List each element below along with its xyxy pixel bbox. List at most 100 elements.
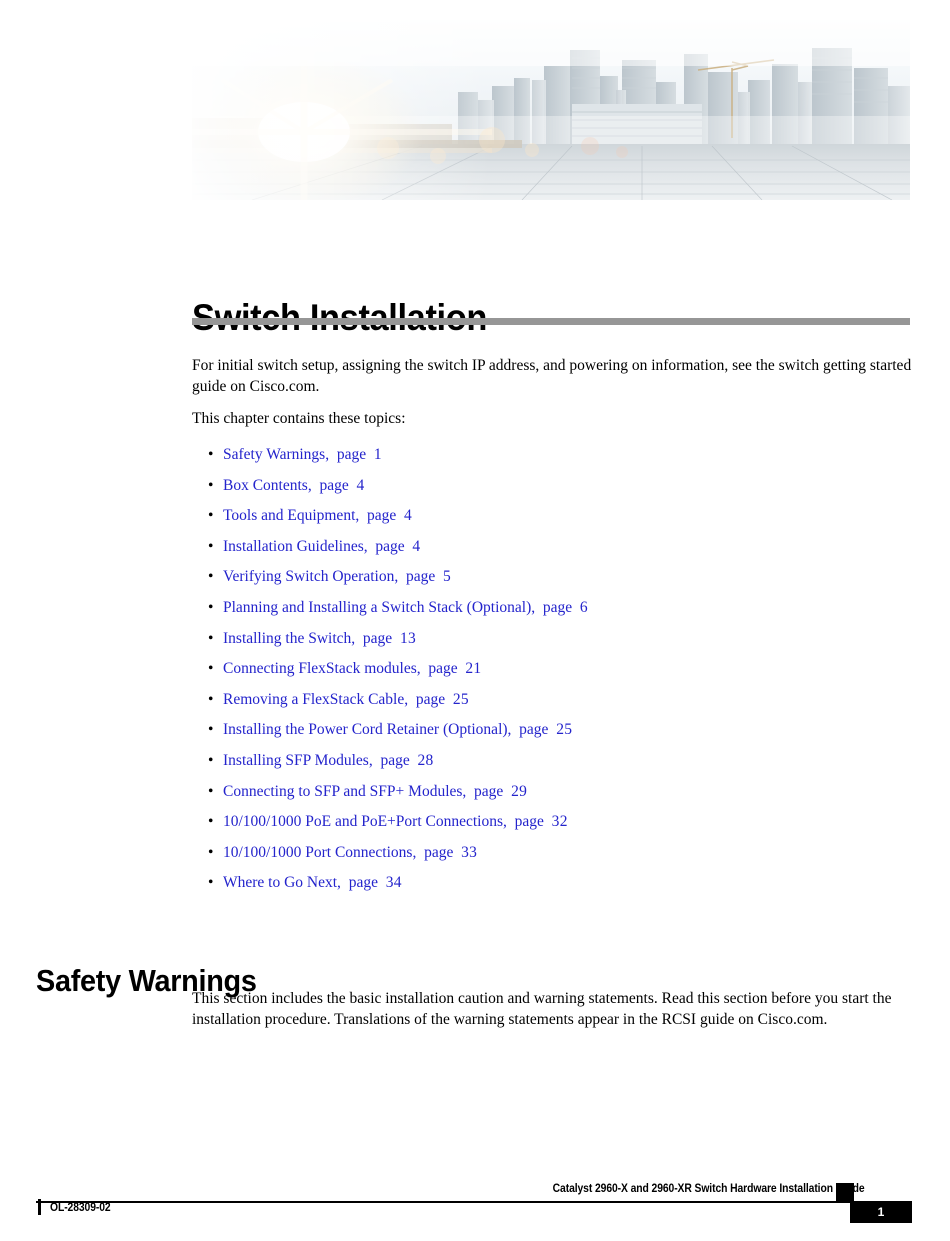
topic-link-page-label: page [319, 476, 349, 494]
topic-link-12[interactable]: 10/100/1000 PoE and PoE+Port Connections… [223, 813, 568, 830]
list-item: • Tools and Equipment, page 4 [192, 505, 912, 536]
topic-link-0[interactable]: Safety Warnings, page 1 [223, 446, 382, 463]
bullet-glyph-icon: • [208, 782, 214, 800]
topic-link-page-label: page [514, 813, 544, 831]
topic-link-page-label: page [336, 446, 367, 463]
topic-link-label: Box Contents, [223, 476, 312, 494]
topics-lead-in-container: This chapter contains these topics: [192, 409, 912, 430]
list-item: • Planning and Installing a Switch Stack … [192, 597, 912, 628]
topic-link-label: Installing the Switch, [223, 629, 356, 647]
list-item: • Installation Guidelines, page 4 [192, 536, 912, 567]
topic-link-4[interactable]: Verifying Switch Operation, page 5 [223, 568, 451, 585]
topic-link-label: 10/100/1000 PoE and PoE+Port Connections… [223, 813, 507, 831]
topic-link-label: Installation Guidelines, [223, 537, 368, 555]
safety-warnings-paragraph: This section includes the basic installa… [192, 990, 892, 1028]
topic-link-14[interactable]: Where to Go Next, page 34 [223, 874, 402, 891]
topic-link-page-number: 21 [465, 660, 482, 678]
topic-link-label: Installing SFP Modules, [223, 751, 373, 769]
bullet-glyph-icon: • [208, 629, 214, 647]
topic-link-1[interactable]: Box Contents, page 4 [223, 477, 365, 494]
intro-paragraph-container: For initial switch setup, assigning the … [192, 356, 912, 397]
topic-link-page-label: page [367, 507, 397, 525]
topic-link-page-number: 1 [373, 446, 382, 463]
topic-link-page-label: page [375, 537, 405, 555]
list-item: • Box Contents, page 4 [192, 475, 912, 506]
topic-link-page-number: 25 [556, 721, 573, 739]
footer-guide-title: Catalyst 2960-X and 2960-XR Switch Hardw… [553, 1183, 865, 1195]
topic-link-page-number: 28 [417, 751, 434, 769]
topic-link-10[interactable]: Installing SFP Modules, page 28 [223, 752, 434, 769]
topic-link-9[interactable]: Installing the Power Cord Retainer (Opti… [223, 721, 572, 738]
footer-page-number: 1 [850, 1201, 912, 1223]
list-item: • Safety Warnings, page 1 [192, 444, 912, 475]
bullet-glyph-icon: • [208, 476, 214, 494]
topic-link-label: 10/100/1000 Port Connections, [223, 843, 417, 861]
topic-link-label: Connecting FlexStack modules, [223, 660, 421, 678]
list-item: • Installing the Power Cord Retainer (Opt… [192, 719, 912, 750]
topic-link-page-number: 4 [356, 476, 365, 494]
topic-link-page-label: page [405, 568, 436, 586]
topic-link-label: Installing the Power Cord Retainer (Opti… [223, 721, 512, 739]
topic-link-page-number: 6 [579, 598, 588, 616]
list-item: • Removing a FlexStack Cable, page 25 [192, 689, 912, 720]
bullet-glyph-icon: • [208, 843, 214, 861]
chapter-topics-list: • Safety Warnings, page 1 • Box Contents, p… [192, 444, 912, 903]
title-divider-rule [192, 318, 910, 325]
topic-link-6[interactable]: Installing the Switch, page 13 [223, 630, 416, 647]
city-skyline-illustration [192, 20, 910, 200]
topic-link-2[interactable]: Tools and Equipment, page 4 [223, 507, 412, 524]
topic-link-label: Verifying Switch Operation, [223, 568, 399, 586]
list-item: • Where to Go Next, page 34 [192, 872, 912, 903]
footer-document-id: OL-28309-02 [50, 1202, 111, 1214]
topic-link-page-number: 13 [399, 629, 417, 647]
topic-link-label: Safety Warnings, [223, 446, 330, 463]
topic-link-label: Planning and Installing a Switch Stack (… [223, 598, 536, 616]
bullet-glyph-icon: • [208, 721, 214, 739]
bullet-glyph-icon: • [208, 660, 214, 678]
topic-link-13[interactable]: 10/100/1000 Port Connections, page 33 [223, 844, 477, 861]
topic-link-page-number: 32 [551, 813, 568, 831]
topic-link-page-number: 4 [404, 507, 413, 525]
topic-link-5[interactable]: Planning and Installing a Switch Stack (… [223, 599, 588, 616]
footer-left-tick-marker [38, 1199, 41, 1215]
list-item: • Connecting FlexStack modules, page 21 [192, 658, 912, 689]
topic-link-page-number: 5 [442, 568, 452, 586]
topics-lead-in: This chapter contains these topics: [192, 410, 406, 427]
list-item: • 10/100/1000 PoE and PoE+Port Connection… [192, 811, 912, 842]
topic-link-label: Tools and Equipment, [223, 507, 360, 525]
topic-link-page-number: 34 [385, 874, 402, 892]
topic-link-page-label: page [348, 874, 378, 892]
bullet-glyph-icon: • [208, 537, 214, 555]
bullet-glyph-icon: • [208, 690, 214, 708]
bullet-glyph-icon: • [208, 507, 214, 525]
footer-black-square-marker [836, 1183, 854, 1201]
topic-link-page-number: 4 [412, 537, 421, 555]
bullet-glyph-icon: • [208, 568, 214, 586]
topic-link-page-label: page [474, 782, 504, 800]
topic-link-page-number: 33 [461, 843, 478, 861]
bullet-glyph-icon: • [208, 874, 214, 892]
topic-link-3[interactable]: Installation Guidelines, page 4 [223, 538, 420, 555]
topic-link-8[interactable]: Removing a FlexStack Cable, page 25 [223, 691, 469, 708]
bullet-glyph-icon: • [208, 598, 214, 616]
topic-link-page-label: page [424, 843, 454, 861]
topic-link-page-label: page [362, 629, 393, 647]
topic-link-page-number: 25 [452, 690, 469, 708]
topic-link-page-label: page [415, 690, 446, 708]
topic-link-page-label: page [519, 721, 549, 739]
list-item: • Installing the Switch, page 13 [192, 628, 912, 659]
chapter-banner-image [192, 20, 910, 200]
bullet-glyph-icon: • [208, 446, 214, 463]
topic-link-page-label: page [380, 751, 410, 769]
list-item: • Installing SFP Modules, page 28 [192, 750, 912, 781]
list-item: • 10/100/1000 Port Connections, page 33 [192, 842, 912, 873]
topic-link-page-label: page [428, 660, 458, 678]
intro-paragraph: For initial switch setup, assigning the … [192, 357, 912, 395]
list-item: • Verifying Switch Operation, page 5 [192, 566, 912, 597]
safety-paragraph-container: This section includes the basic installa… [192, 989, 912, 1030]
topic-link-11[interactable]: Connecting to SFP and SFP+ Modules, page… [223, 783, 527, 800]
topic-link-7[interactable]: Connecting FlexStack modules, page 21 [223, 660, 481, 677]
topic-link-label: Where to Go Next, [223, 874, 341, 892]
topic-link-label: Removing a FlexStack Cable, [223, 690, 409, 708]
footer-divider-rule [36, 1201, 912, 1203]
